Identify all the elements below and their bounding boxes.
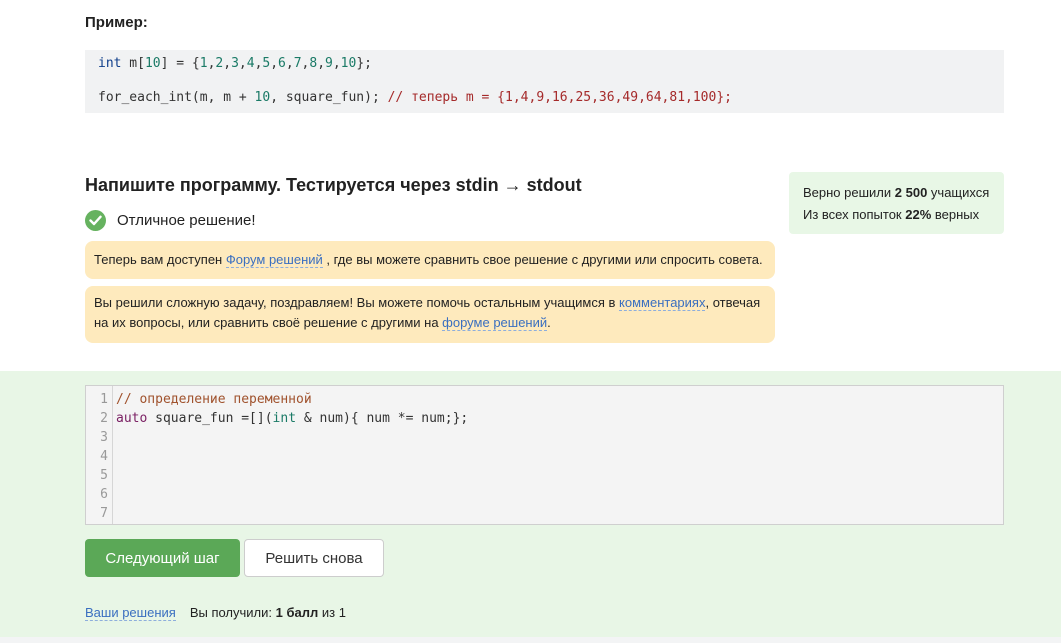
editor-code-line[interactable]: // определение переменной [116,390,468,409]
editor-code-line[interactable] [116,466,468,485]
line-number: 3 [100,430,108,445]
code-editor[interactable]: 1 2 3 4 5 6 7 // определение переменной auto sq… [85,385,1004,525]
code-token: 4 [246,56,255,71]
stat-text: учащихся [927,185,990,200]
success-status: Отличное решение! [85,210,256,231]
stat-text: Из всех попыток [803,207,906,222]
code-editor-text[interactable]: // определение переменной auto square_fun… [116,390,468,523]
task-title: Напишите программу. Тестируется через st… [85,175,582,195]
congrats-notice: Вы решили сложную задачу, поздравляем! В… [85,286,775,343]
code-token: m[ [121,56,145,71]
line-number: 4 [100,449,108,464]
code-token: 1 [199,56,208,71]
line-numbers-gutter: 1 2 3 4 5 6 7 [86,386,113,524]
your-solutions-link[interactable]: Ваши решения [85,605,176,621]
attempts-percent: 22% [905,207,932,222]
editor-code-line[interactable]: auto square_fun =[](int & num){ num *= n… [116,409,468,428]
code-token: 7 [293,56,302,71]
notice-text: Теперь вам доступен [94,252,226,267]
code-token: & num){ num *= num;}; [296,411,469,426]
attempts-stat: Из всех попыток 22% верных [803,204,990,226]
code-token: 10 [144,56,161,71]
code-token: for_each_int(m, m + [98,90,255,105]
score-footer: Ваши решения Вы получили: 1 балл из 1 [85,605,346,621]
code-token: 6 [278,56,286,71]
code-token: 10 [340,56,357,71]
code-token: int [272,411,297,426]
code-token: , [223,56,232,71]
code-token: 3 [231,56,239,71]
code-token: // определение переменной [116,392,312,407]
stat-text: Верно решили [803,185,895,200]
line-number: 2 [100,411,108,426]
editor-code-line[interactable] [116,428,468,447]
editor-code-line[interactable] [116,447,468,466]
code-token: , square_fun); [270,90,388,105]
check-circle-icon [85,210,106,231]
forum-access-notice: Теперь вам доступен Форум решений , где … [85,241,775,279]
code-token: }; [356,56,372,71]
code-token: , [285,56,294,71]
notice-text: Вы решили сложную задачу, поздравляем! В… [94,295,620,310]
code-token: ] = { [160,56,200,71]
notice-text: , где вы можете сравнить свое решение с … [322,252,763,267]
code-token: auto [116,411,148,426]
code-token: , [317,56,326,71]
solve-again-button[interactable]: Решить снова [244,539,384,577]
example-label: Пример: [85,14,148,31]
example-code-block: int m[10] = {1,2,3,4,5,6,7,8,9,10}; for_… [85,50,1004,113]
solutions-forum-link-2[interactable]: форуме решений [442,315,548,331]
code-token: , [270,56,279,71]
code-token: , [238,56,247,71]
code-token: 10 [254,90,271,105]
code-token: // теперь m = {1,4,9,16,25,36,49,64,81,1… [387,90,732,105]
solved-stat: Верно решили 2 500 учащихся [803,182,990,204]
score-text: из 1 [318,605,346,620]
line-number: 1 [100,392,108,407]
example-code-line: int m[10] = {1,2,3,4,5,6,7,8,9,10}; [98,56,991,71]
score-text: Вы получили: [189,605,276,620]
editor-code-line[interactable] [116,504,468,523]
page-bottom-strip [0,637,1061,643]
code-token: square_fun =[]( [147,411,273,426]
code-token: 8 [309,56,318,71]
code-token: , [332,56,341,71]
notice-text: . [547,315,551,330]
line-number: 5 [100,468,108,483]
next-step-button[interactable]: Следующий шаг [85,539,240,577]
success-message: Отличное решение! [117,212,256,229]
stat-text: верных [931,207,980,222]
editor-code-line[interactable] [116,485,468,504]
line-number: 7 [100,506,108,521]
comments-link[interactable]: комментариях [619,295,706,311]
line-number: 6 [100,487,108,502]
stats-panel: Верно решили 2 500 учащихся Из всех попы… [789,172,1004,234]
example-code-line: for_each_int(m, m + 10, square_fun); // … [98,90,991,105]
score-value: 1 балл [275,605,319,620]
code-token: 9 [325,56,333,71]
solved-count: 2 500 [894,185,928,200]
code-token: int [98,56,122,71]
solutions-forum-link[interactable]: Форум решений [225,252,323,268]
